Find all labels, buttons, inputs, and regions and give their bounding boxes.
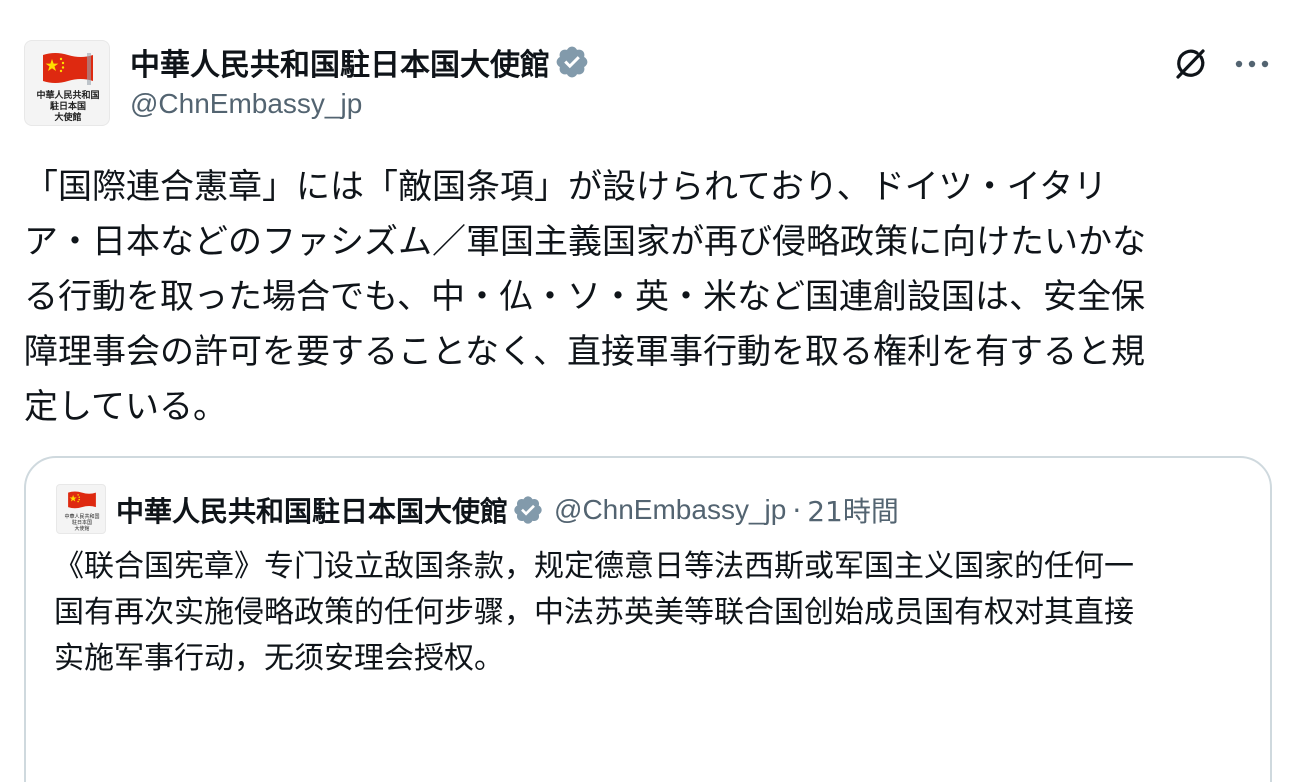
verified-badge-icon[interactable] <box>554 44 590 80</box>
china-flag-icon <box>67 490 97 516</box>
author-name-row: 中華人民共和国駐日本国大使館 <box>130 40 590 84</box>
china-flag-icon <box>41 51 95 93</box>
quoted-text-line: 实施军事行动，无须安理会授权。 <box>54 641 504 676</box>
quoted-author-display-name[interactable]: 中華人民共和国駐日本国大使館 <box>116 490 508 530</box>
more-icon <box>1235 60 1269 68</box>
avatar-caption-line: 大使館 <box>54 113 82 123</box>
avatar-caption-line: 中華人民共和国 <box>36 91 100 101</box>
quoted-author-handle[interactable]: @ChnEmbassy_jp <box>554 494 786 526</box>
quoted-post-text: 《联合国宪章》专门设立敌国条款，规定德意日等法西斯或军国主义国家的任何一 国有再… <box>54 544 1254 682</box>
quoted-post-header: 中華人民共和国駐日本国大使館 @ChnEmbassy_jp · 21時間 <box>116 490 899 530</box>
tweet-text-line: ア・日本などのファシズム／軍国主義国家が再び侵略政策に向けたいかな <box>24 222 1146 262</box>
quoted-text-line: 《联合国宪章》专门设立敌国条款，规定德意日等法西斯或军国主义国家的任何一 <box>54 549 1134 584</box>
avatar-caption-line: 駐日本国 <box>49 102 86 112</box>
tweet: 中華人民共和国 駐日本国 大使館 中華人民共和国駐日本国大使館 @ChnEmba… <box>0 0 1296 782</box>
grok-button[interactable] <box>1168 42 1212 86</box>
separator-dot: · <box>792 493 802 527</box>
author-avatar[interactable]: 中華人民共和国 駐日本国 大使館 <box>24 40 110 126</box>
tweet-text-line: 「国際連合憲章」には「敵国条項」が設けられており、ドイツ・イタリ <box>24 167 1108 207</box>
quoted-author-avatar[interactable]: 中華人民共和国 駐日本国 大使館 <box>56 484 106 534</box>
quoted-post-timestamp[interactable]: 21時間 <box>807 490 899 530</box>
tweet-text: 「国際連合憲章」には「敵国条項」が設けられており、ドイツ・イタリ ア・日本などの… <box>24 160 1274 435</box>
more-options-button[interactable] <box>1228 42 1276 86</box>
author-handle[interactable]: @ChnEmbassy_jp <box>130 88 362 120</box>
grok-icon <box>1176 49 1205 79</box>
author-display-name[interactable]: 中華人民共和国駐日本国大使館 <box>130 40 550 84</box>
verified-badge-icon[interactable] <box>512 494 544 526</box>
tweet-text-line: 定している。 <box>24 387 227 427</box>
quoted-post-card[interactable]: 中華人民共和国 駐日本国 大使館 中華人民共和国駐日本国大使館 @ChnEmba… <box>24 456 1272 782</box>
tweet-text-line: る行動を取った場合でも、中・仏・ソ・英・米など国連創設国は、安全保 <box>24 277 1145 317</box>
tweet-text-line: 障理事会の許可を要することなく、直接軍事行動を取る権利を有すると規 <box>24 332 1145 372</box>
quoted-text-line: 国有再次实施侵略政策的任何步骤，中法苏英美等联合国创始成员国有权对其直接 <box>54 595 1134 630</box>
avatar-caption-line: 大使館 <box>74 526 90 532</box>
